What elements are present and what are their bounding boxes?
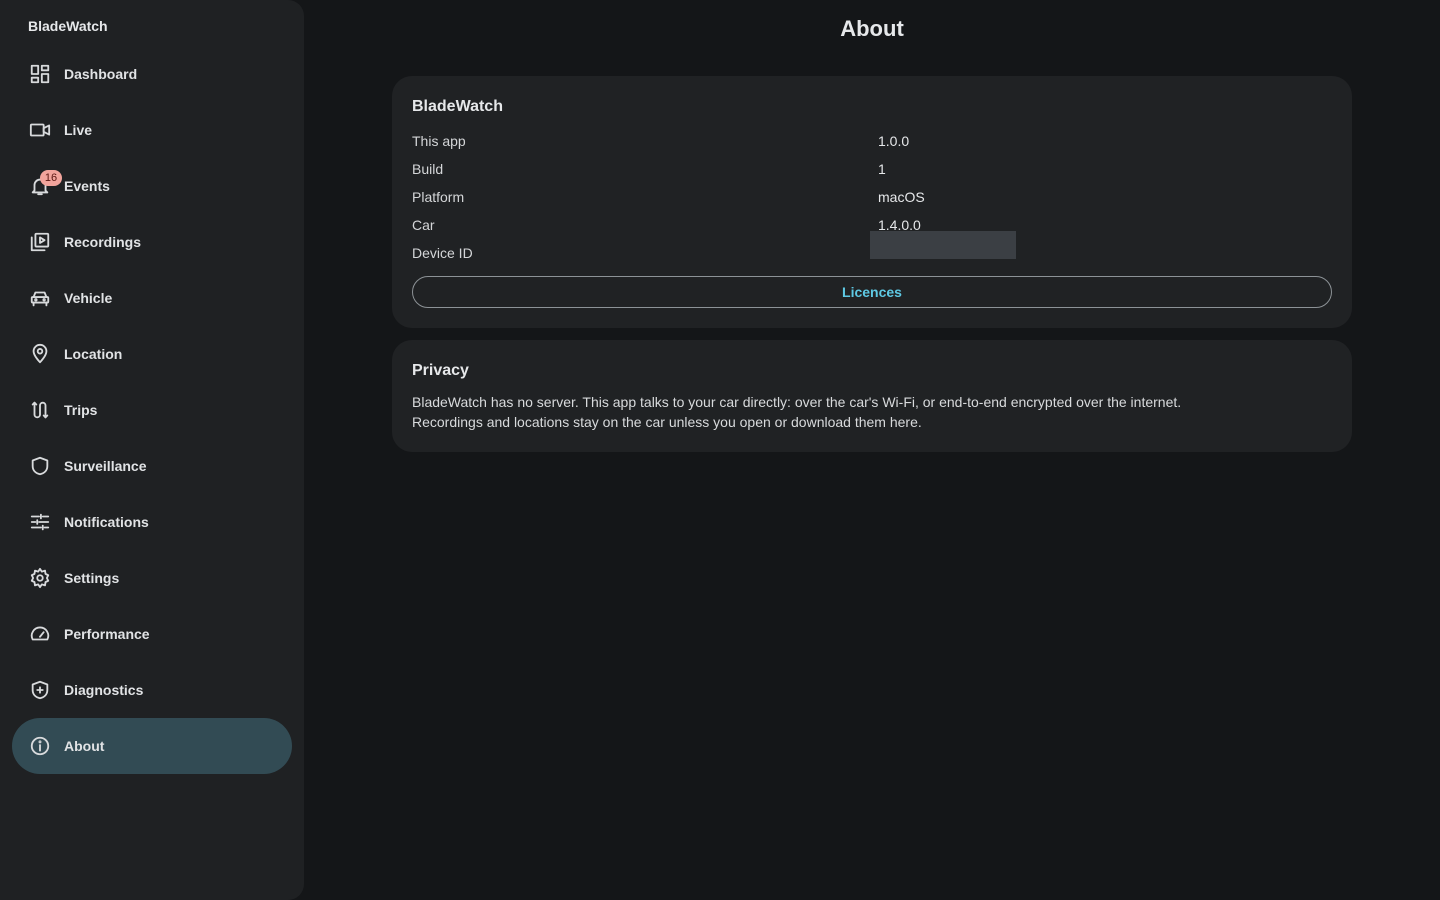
health-shield-icon bbox=[28, 678, 52, 702]
sidebar-item-trips[interactable]: Trips bbox=[12, 382, 292, 438]
sidebar-item-label: Dashboard bbox=[64, 66, 138, 82]
sidebar-item-label: Trips bbox=[64, 402, 98, 418]
info-label: Platform bbox=[412, 189, 465, 205]
info-label: Device ID bbox=[412, 245, 473, 261]
dashboard-icon bbox=[28, 62, 52, 86]
gear-icon bbox=[28, 566, 52, 590]
privacy-line: Recordings and locations stay on the car… bbox=[412, 414, 922, 430]
sidebar-item-surveillance[interactable]: Surveillance bbox=[12, 438, 292, 494]
sidebar-item-live[interactable]: Live bbox=[12, 102, 292, 158]
info-row-build: Build 1 bbox=[412, 161, 1332, 181]
info-value: macOS bbox=[878, 189, 925, 205]
sidebar-item-label: Location bbox=[64, 346, 123, 362]
route-icon bbox=[28, 398, 52, 422]
sidebar-item-label: Vehicle bbox=[64, 290, 113, 306]
page-title: About bbox=[840, 16, 904, 41]
sidebar-item-about[interactable]: About bbox=[12, 718, 292, 774]
video-library-icon bbox=[28, 230, 52, 254]
privacy-card: Privacy BladeWatch has no server. This a… bbox=[392, 340, 1352, 452]
device-id-redacted bbox=[870, 231, 1016, 259]
sidebar-item-label: Performance bbox=[64, 626, 150, 642]
sidebar-item-notifications[interactable]: Notifications bbox=[12, 494, 292, 550]
sidebar-item-label: Notifications bbox=[64, 514, 149, 530]
sidebar-item-vehicle[interactable]: Vehicle bbox=[12, 270, 292, 326]
info-row-platform: Platform macOS bbox=[412, 189, 1332, 209]
shield-icon bbox=[28, 454, 52, 478]
sidebar-item-location[interactable]: Location bbox=[12, 326, 292, 382]
sidebar-item-events[interactable]: Events bbox=[12, 158, 292, 214]
app-name: BladeWatch bbox=[28, 18, 108, 34]
sidebar-item-label: Settings bbox=[64, 570, 120, 586]
events-count-badge: 16 bbox=[40, 170, 62, 186]
about-card: BladeWatch This app 1.0.0 Build 1 Platfo… bbox=[392, 76, 1352, 328]
videocam-icon bbox=[28, 118, 52, 142]
car-icon bbox=[28, 286, 52, 310]
tune-icon bbox=[28, 510, 52, 534]
about-card-title: BladeWatch bbox=[412, 98, 503, 115]
privacy-text: BladeWatch has no server. This app talks… bbox=[412, 392, 1312, 432]
privacy-line: BladeWatch has no server. This app talks… bbox=[412, 394, 1182, 410]
sidebar-item-label: Diagnostics bbox=[64, 682, 144, 698]
sidebar-item-settings[interactable]: Settings bbox=[12, 550, 292, 606]
sidebar: BladeWatch Dashboard Live Events Recordi… bbox=[0, 0, 304, 900]
info-value: 1.0.0 bbox=[878, 133, 910, 149]
licences-button[interactable]: Licences bbox=[412, 276, 1332, 308]
info-label: Car bbox=[412, 217, 435, 233]
sidebar-item-label: Surveillance bbox=[64, 458, 147, 474]
location-pin-icon bbox=[28, 342, 52, 366]
app-window: BladeWatch Dashboard Live Events Recordi… bbox=[0, 0, 1440, 900]
info-row-app-version: This app 1.0.0 bbox=[412, 133, 1332, 153]
nav-list: Dashboard Live Events Recordings Vehicle… bbox=[12, 46, 292, 774]
sidebar-item-label: Recordings bbox=[64, 234, 142, 250]
privacy-card-title: Privacy bbox=[412, 362, 469, 379]
info-label: Build bbox=[412, 161, 444, 177]
sidebar-item-label: Events bbox=[64, 178, 110, 194]
sidebar-item-recordings[interactable]: Recordings bbox=[12, 214, 292, 270]
info-icon bbox=[28, 734, 52, 758]
speedometer-icon bbox=[28, 622, 52, 646]
sidebar-item-label: About bbox=[64, 738, 105, 754]
info-label: This app bbox=[412, 133, 466, 149]
info-row-device-id: Device ID bbox=[412, 231, 1332, 265]
sidebar-item-label: Live bbox=[64, 122, 93, 138]
info-value: 1 bbox=[878, 161, 886, 177]
sidebar-item-dashboard[interactable]: Dashboard bbox=[12, 46, 292, 102]
sidebar-item-diagnostics[interactable]: Diagnostics bbox=[12, 662, 292, 718]
sidebar-item-performance[interactable]: Performance bbox=[12, 606, 292, 662]
